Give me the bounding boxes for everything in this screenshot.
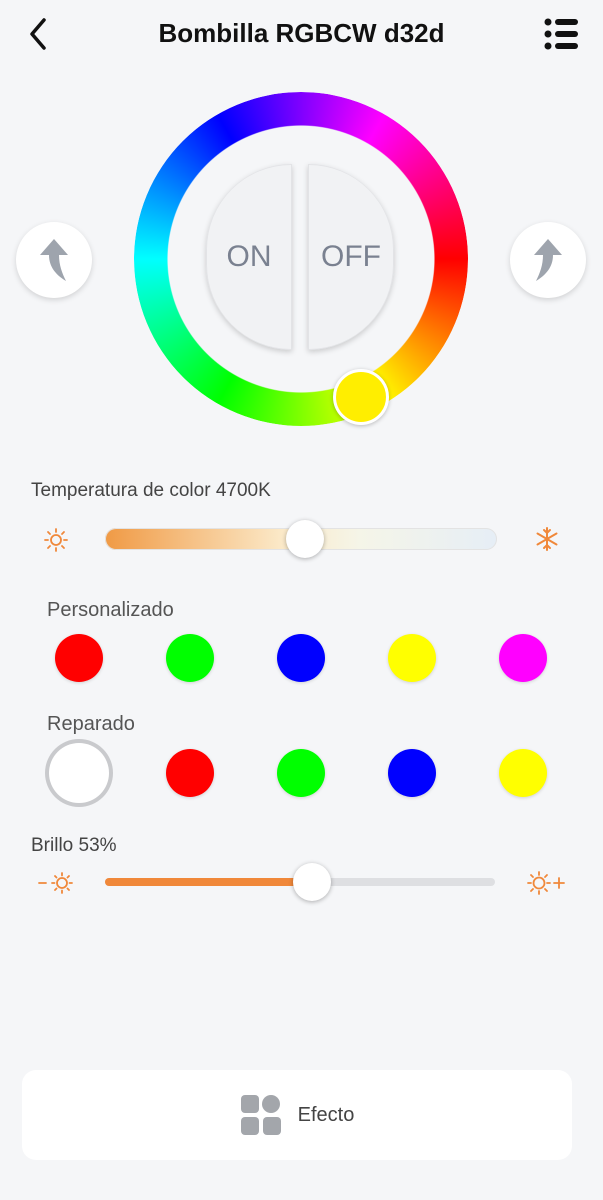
page-title: Bombilla RGBCW d32d [158,18,445,48]
warm-sun-icon [44,528,68,552]
effect-button[interactable]: Efecto [22,1070,572,1160]
previous-color-button[interactable] [16,222,92,298]
custom-color-swatch-1[interactable] [55,634,103,682]
custom-colors-label: Personalizado [47,599,174,621]
brightness-decrease-icon[interactable] [38,871,74,895]
list-menu-icon [544,18,578,50]
effect-label: Efecto [297,1103,355,1126]
custom-color-swatch-3[interactable] [277,634,325,682]
cold-snowflake-icon [534,526,560,552]
brightness-slider-thumb[interactable] [292,863,331,901]
next-color-button[interactable] [510,222,586,298]
fixed-color-swatch-3[interactable] [277,749,325,797]
curved-arrow-up-right-icon [534,239,562,281]
fixed-color-swatch-5[interactable] [499,749,547,797]
power-off-label: OFF [321,240,381,273]
custom-color-swatch-4[interactable] [388,634,436,682]
brightness-slider-fill [105,878,312,886]
temperature-label: Temperatura de color 4700K [31,480,271,501]
power-on-label: ON [226,240,272,273]
color-wheel-ring[interactable] [134,92,468,426]
brightness-increase-icon[interactable] [526,870,566,896]
color-wheel[interactable] [134,92,468,426]
color-wheel-thumb[interactable] [333,369,389,425]
fixed-colors-label: Reparado [47,713,135,735]
fixed-color-swatch-2[interactable] [166,749,214,797]
fixed-color-swatch-4[interactable] [388,749,436,797]
fixed-color-swatch-1[interactable] [55,749,103,797]
grid-effect-icon [240,1095,281,1135]
brightness-label: Brillo 53% [31,835,117,856]
curved-arrow-up-left-icon [40,239,68,281]
custom-color-swatch-2[interactable] [166,634,214,682]
custom-color-swatch-5[interactable] [499,634,547,682]
menu-button[interactable] [540,14,582,54]
temperature-slider-thumb[interactable] [285,520,324,558]
